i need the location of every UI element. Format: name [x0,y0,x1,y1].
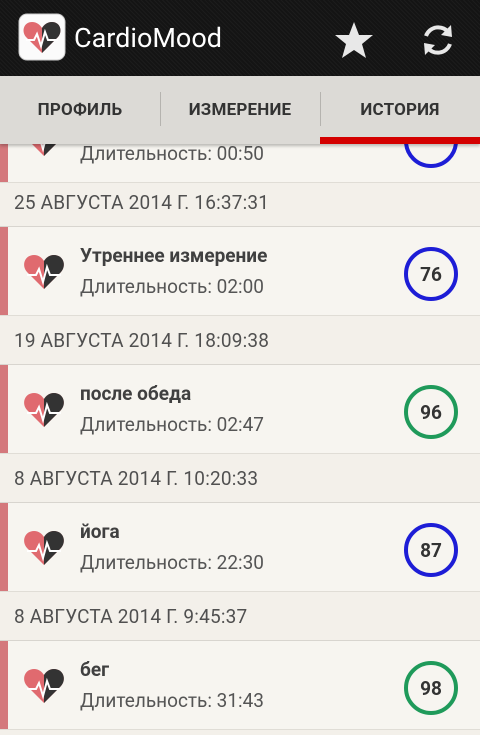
sync-button[interactable] [416,18,460,62]
tab-bar: ПРОФИЛЬ ИЗМЕРЕНИЕ ИСТОРИЯ [0,76,480,144]
list-item[interactable]: бег Длительность: 31:43 98 [0,641,480,730]
item-duration: Длительность: 31:43 [80,689,264,712]
heart-icon [24,393,64,427]
tab-measurement[interactable]: ИЗМЕРЕНИЕ [160,76,320,144]
heart-icon [24,669,64,703]
app-logo-icon [18,13,66,61]
tab-profile[interactable]: ПРОФИЛЬ [0,76,160,144]
heart-icon [24,255,64,289]
item-duration: Длительность: 02:00 [80,275,264,298]
heart-rate-badge: 76 [404,247,458,301]
star-icon [335,22,373,58]
favorite-button[interactable] [332,18,376,62]
heart-rate-badge: 87 [404,523,458,577]
heart-rate-badge: 98 [404,661,458,715]
item-name: бег [80,658,110,681]
refresh-icon [424,25,452,55]
list-item[interactable]: Утреннее измерение Длительность: 02:00 7… [0,227,480,316]
item-name: йога [80,520,120,543]
action-bar: CardioMood [0,0,480,76]
item-color-bar [0,641,8,729]
heart-icon [24,531,64,565]
item-color-bar [0,227,8,315]
item-color-bar [0,365,8,453]
item-name: Утреннее измерение [80,244,268,267]
item-color-bar [0,144,8,182]
list-item[interactable]: после обеда Длительность: 02:47 96 [0,365,480,454]
date-header: 8 АВГУСТА 2014 Г. 9:45:37 [0,596,480,641]
item-name: после обеда [80,382,192,405]
list-item[interactable]: йога Длительность: 22:30 87 [0,503,480,592]
date-header: 25 АВГУСТА 2014 Г. 16:37:31 [0,182,480,227]
item-duration: Длительность: 00:50 [80,144,264,165]
item-duration: Длительность: 02:47 [80,413,264,436]
date-header-text: 8 АВГУСТА 2014 Г. 10:20:33 [14,467,259,490]
list-item[interactable]: Длительность: 00:50 [0,144,480,183]
item-color-bar [0,503,8,591]
heart-rate-badge [404,144,458,168]
app-title: CardioMood [74,22,222,54]
date-header-text: 19 АВГУСТА 2014 Г. 18:09:38 [14,329,270,352]
heart-icon [32,144,56,156]
tab-history[interactable]: ИСТОРИЯ [320,76,480,144]
heart-rate-badge: 96 [404,385,458,439]
item-duration: Длительность: 22:30 [80,551,264,574]
date-header: 19 АВГУСТА 2014 Г. 18:09:38 [0,320,480,365]
date-header-text: 8 АВГУСТА 2014 Г. 9:45:37 [14,605,248,628]
date-header-text: 25 АВГУСТА 2014 Г. 16:37:31 [14,191,270,214]
history-list[interactable]: Длительность: 00:50 25 АВГУСТА 2014 Г. 1… [0,144,480,735]
date-header: 8 АВГУСТА 2014 Г. 10:20:33 [0,458,480,503]
